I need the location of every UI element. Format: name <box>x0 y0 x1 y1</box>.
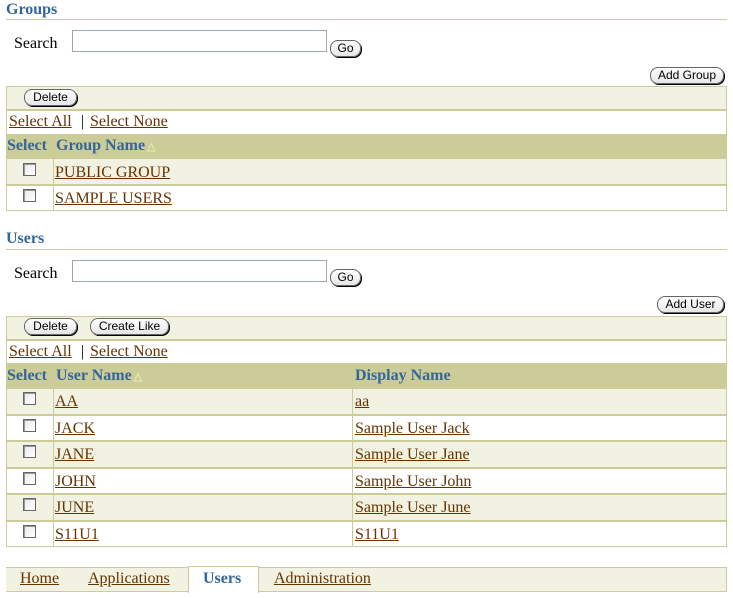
users-section-title: Users <box>6 230 45 247</box>
groups-select-all-link[interactable]: Select All <box>9 113 72 131</box>
row-select-checkbox[interactable] <box>23 419 36 432</box>
users-column-divider <box>53 364 54 547</box>
triangle-up-icon: △ <box>147 141 156 153</box>
add-user-button[interactable]: Add User <box>657 296 724 313</box>
groups-title-rule <box>6 19 727 20</box>
users-delete-button[interactable]: Delete <box>24 318 77 335</box>
user-name-link[interactable]: JUNE <box>55 499 94 517</box>
groups-search-input[interactable] <box>72 30 327 52</box>
tab-applications-link[interactable]: Applications <box>88 570 170 587</box>
users-select-all-link[interactable]: Select All <box>9 343 72 361</box>
display-name-link[interactable]: S11U1 <box>355 526 399 544</box>
display-name-link[interactable]: Sample User Jack <box>355 420 470 438</box>
groups-select-none-link[interactable]: Select None <box>90 113 168 131</box>
row-select-checkbox[interactable] <box>23 525 36 538</box>
display-name-link[interactable]: Sample User Jane <box>355 446 470 464</box>
user-name-link[interactable]: AA <box>55 393 78 411</box>
row-select-checkbox[interactable] <box>23 163 36 176</box>
display-name-link[interactable]: Sample User John <box>355 473 471 491</box>
user-name-link[interactable]: JANE <box>55 446 94 464</box>
group-name-link[interactable]: PUBLIC GROUP <box>55 164 170 182</box>
users-col-name-header[interactable]: User Name △ <box>56 367 142 386</box>
users-go-button[interactable]: Go <box>330 269 361 286</box>
groups-search-label: Search <box>14 35 58 52</box>
tab-administration-link[interactable]: Administration <box>274 570 371 587</box>
users-search-label: Search <box>14 265 58 282</box>
row-select-checkbox[interactable] <box>23 189 36 202</box>
row-select-checkbox[interactable] <box>23 445 36 458</box>
groups-col-name-label: Group Name <box>56 137 146 154</box>
groups-col-select-header: Select <box>7 137 47 154</box>
users-select-none-link[interactable]: Select None <box>90 343 168 361</box>
tab-administration[interactable]: Administration <box>274 570 371 588</box>
user-name-link[interactable]: JACK <box>55 420 95 438</box>
tab-users[interactable]: Users <box>203 570 241 588</box>
users-link-separator: | <box>81 343 85 360</box>
groups-section-title: Groups <box>6 1 58 18</box>
tab-applications[interactable]: Applications <box>88 570 170 588</box>
add-group-button[interactable]: Add Group <box>650 67 724 84</box>
users-title-rule <box>6 249 727 250</box>
users-col-select-header: Select <box>7 367 47 384</box>
groups-link-separator: | <box>81 113 85 130</box>
group-name-link[interactable]: SAMPLE USERS <box>55 190 172 208</box>
users-search-input[interactable] <box>72 260 327 282</box>
groups-column-divider <box>53 135 54 211</box>
display-name-link[interactable]: aa <box>355 393 369 411</box>
groups-go-button[interactable]: Go <box>330 40 361 57</box>
row-select-checkbox[interactable] <box>23 498 36 511</box>
groups-delete-button[interactable]: Delete <box>24 89 77 106</box>
users-column-divider <box>352 364 353 547</box>
users-col-display-header[interactable]: Display Name <box>355 367 451 385</box>
row-select-checkbox[interactable] <box>23 472 36 485</box>
groups-action-bar <box>6 86 727 110</box>
display-name-link[interactable]: Sample User June <box>355 499 471 517</box>
tab-home[interactable]: Home <box>20 570 59 588</box>
user-name-link[interactable]: JOHN <box>55 473 96 491</box>
user-name-link[interactable]: S11U1 <box>55 526 99 544</box>
users-col-name-label: User Name <box>56 367 132 384</box>
create-like-button[interactable]: Create Like <box>90 318 169 335</box>
groups-col-name-header[interactable]: Group Name △ <box>56 137 156 156</box>
triangle-up-icon: △ <box>133 371 143 383</box>
row-select-checkbox[interactable] <box>23 392 36 405</box>
tab-home-link[interactable]: Home <box>20 570 59 587</box>
